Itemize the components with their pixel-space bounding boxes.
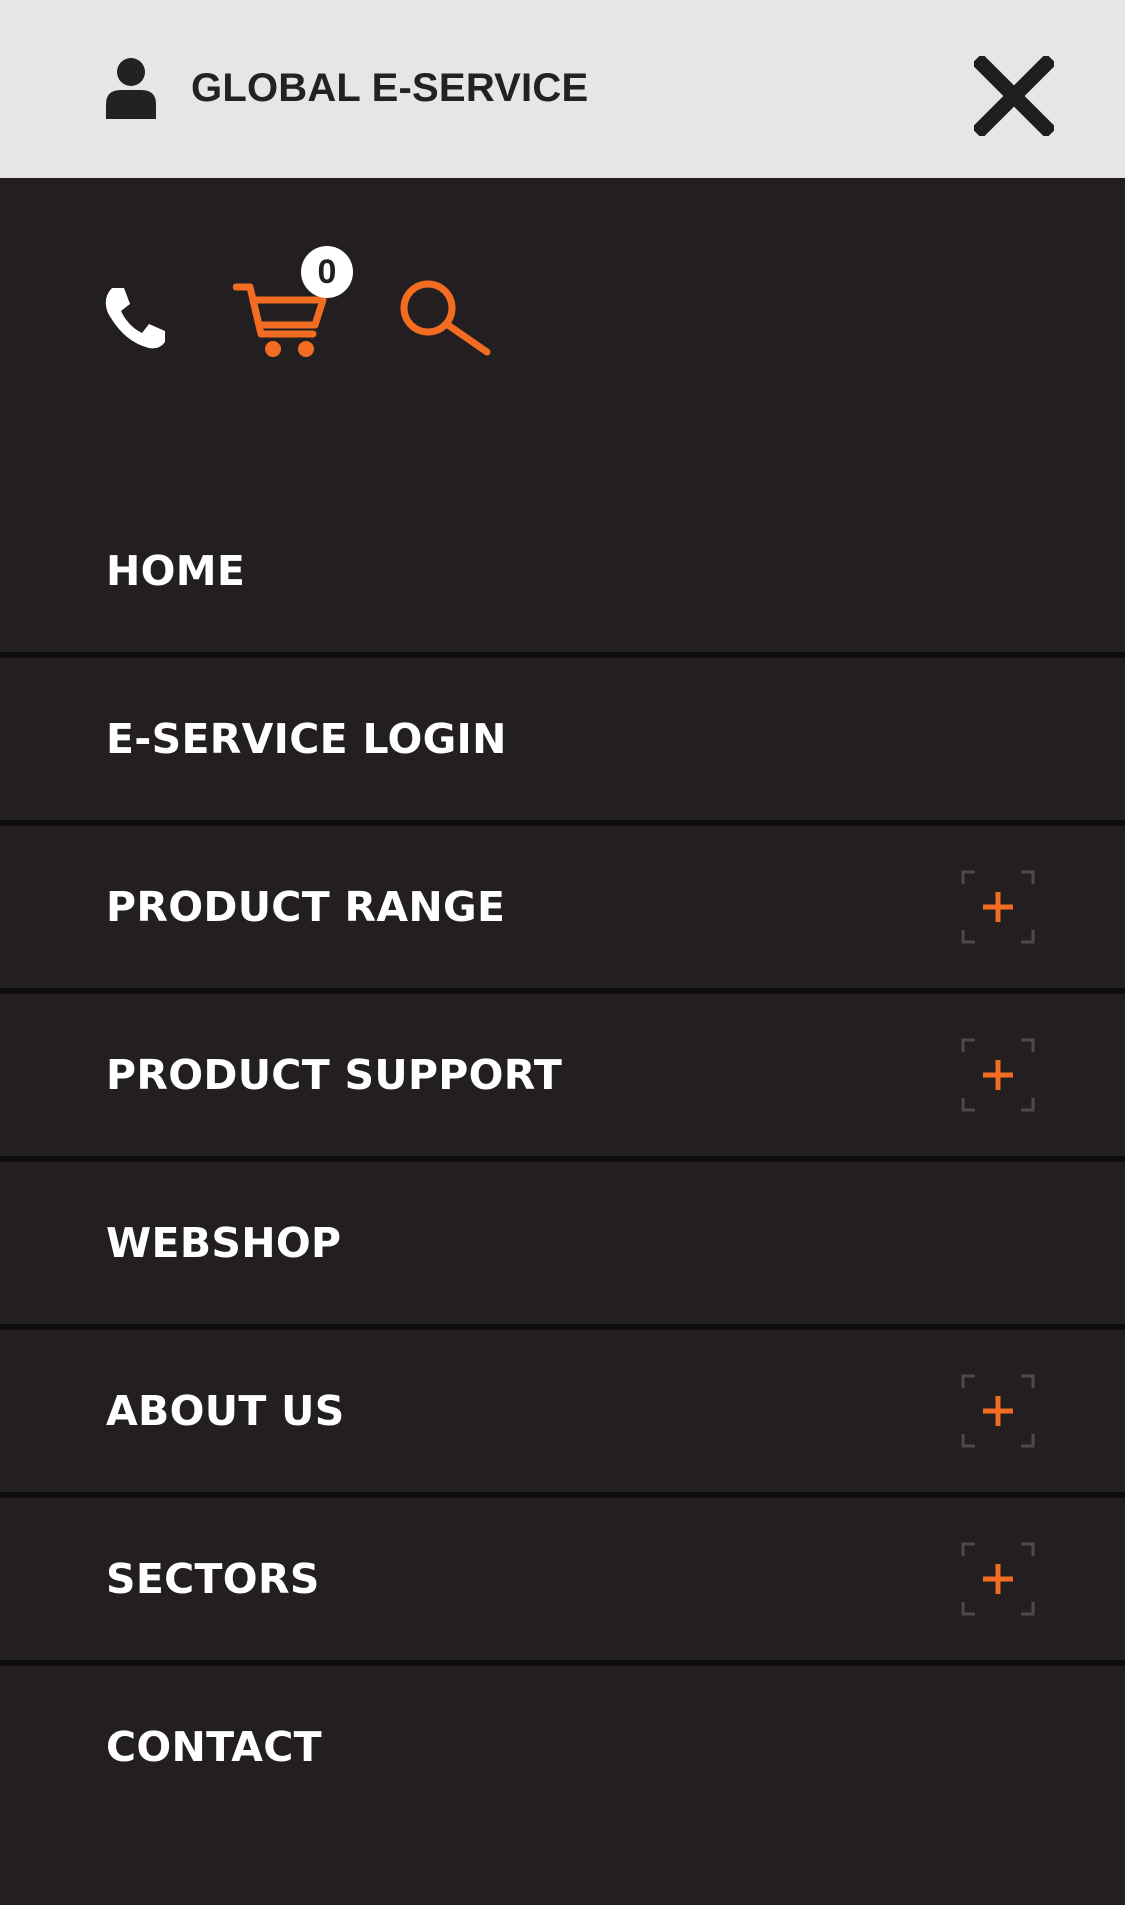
nav-item-label: HOME [106, 547, 246, 595]
plus-icon [961, 1038, 1035, 1112]
expand-product-support-button[interactable] [961, 1038, 1035, 1112]
tool-bar: 0 [0, 178, 1125, 498]
phone-icon [104, 286, 166, 350]
nav-item-product-range[interactable]: PRODUCT RANGE [0, 826, 1125, 994]
nav-item-sectors[interactable]: SECTORS [0, 1498, 1125, 1666]
nav-item-webshop[interactable]: WEBSHOP [0, 1162, 1125, 1330]
nav-item-label: ABOUT US [106, 1387, 345, 1435]
nav-item-product-support[interactable]: PRODUCT SUPPORT [0, 994, 1125, 1162]
close-icon [974, 56, 1054, 136]
nav-item-label: E-SERVICE LOGIN [106, 715, 507, 763]
nav-item-home[interactable]: HOME [0, 490, 1125, 658]
expand-about-us-button[interactable] [961, 1374, 1035, 1448]
search-button[interactable] [398, 278, 492, 360]
mobile-menu: GLOBAL E-SERVICE 0 HOME E-SERVICE LOGIN … [0, 0, 1125, 1905]
global-e-service-label: GLOBAL E-SERVICE [191, 65, 589, 110]
plus-icon [961, 870, 1035, 944]
nav-item-about-us[interactable]: ABOUT US [0, 1330, 1125, 1498]
main-navigation: HOME E-SERVICE LOGIN PRODUCT RANGE PRODU… [0, 490, 1125, 1828]
expand-product-range-button[interactable] [961, 870, 1035, 944]
nav-item-label: PRODUCT RANGE [106, 883, 506, 931]
search-icon [398, 278, 492, 360]
nav-item-label: CONTACT [106, 1723, 322, 1771]
close-menu-button[interactable] [974, 56, 1054, 136]
user-icon [104, 57, 158, 119]
nav-item-label: SECTORS [106, 1555, 320, 1603]
nav-item-contact[interactable]: CONTACT [0, 1666, 1125, 1828]
nav-item-label: PRODUCT SUPPORT [106, 1051, 563, 1099]
menu-header: GLOBAL E-SERVICE [0, 0, 1125, 178]
phone-button[interactable] [104, 286, 166, 350]
expand-sectors-button[interactable] [961, 1542, 1035, 1616]
nav-item-e-service-login[interactable]: E-SERVICE LOGIN [0, 658, 1125, 826]
global-e-service-link[interactable]: GLOBAL E-SERVICE [104, 56, 588, 120]
cart-count-badge: 0 [301, 246, 353, 298]
plus-icon [961, 1542, 1035, 1616]
nav-item-label: WEBSHOP [106, 1219, 342, 1267]
plus-icon [961, 1374, 1035, 1448]
